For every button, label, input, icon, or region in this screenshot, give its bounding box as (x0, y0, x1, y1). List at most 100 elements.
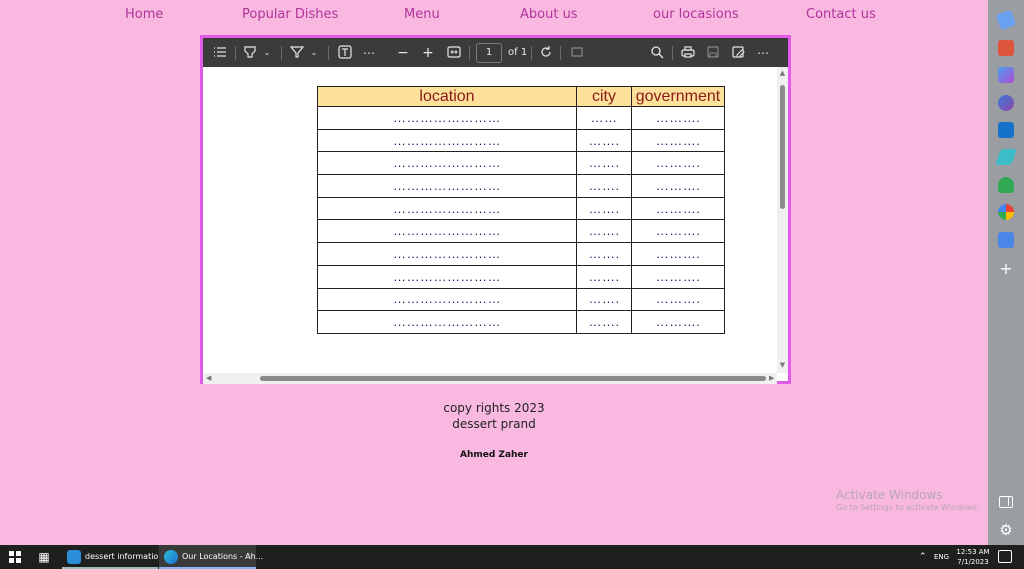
activate-windows-subtitle: Go to Settings to activate Windows. (836, 503, 980, 512)
page-number-input[interactable]: 1 (476, 43, 502, 63)
chevron-down-icon[interactable]: ⌄ (309, 45, 319, 61)
taskbar-app-vscode[interactable]: dessert information... (62, 545, 171, 569)
fit-page-icon[interactable] (446, 45, 462, 61)
print-icon[interactable] (680, 45, 696, 61)
chevron-up-icon[interactable]: ⌃ (919, 545, 927, 569)
nav-menu[interactable]: Menu (404, 7, 440, 22)
pdf-page: location city government …………………………………. … (203, 67, 777, 373)
scroll-down-arrow[interactable]: ▼ (778, 361, 787, 369)
notification-icon[interactable] (998, 550, 1012, 563)
cell-government: ………. (631, 219, 725, 244)
side-panel-icon[interactable] (999, 496, 1013, 508)
chevron-down-icon[interactable]: ⌄ (262, 45, 272, 61)
add-icon[interactable]: + (998, 261, 1014, 277)
activate-windows-title: Activate Windows (836, 488, 943, 502)
more-tools-icon[interactable]: ⋯ (361, 45, 377, 61)
toolbox-icon[interactable] (998, 40, 1014, 56)
locations-table: location city government …………………………………. … (317, 86, 725, 334)
toolbar-divider (672, 46, 673, 60)
search-icon[interactable] (649, 45, 665, 61)
games-icon[interactable] (998, 67, 1014, 83)
cell-city: ……. (576, 151, 632, 176)
scroll-left-arrow[interactable]: ◀ (206, 373, 211, 384)
table-row: ………………………….………. (317, 196, 725, 221)
cell-government: ………. (631, 174, 725, 198)
save-as-icon[interactable] (730, 45, 746, 61)
table-row: ………………………….………. (317, 287, 725, 312)
gear-icon[interactable]: ⚙ (998, 522, 1014, 538)
outlook-icon[interactable] (998, 122, 1014, 138)
nav-home[interactable]: Home (125, 7, 163, 22)
text-icon[interactable] (337, 45, 353, 61)
toolbar-divider (469, 46, 470, 60)
toolbar-divider (235, 46, 236, 60)
vscode-icon (67, 550, 81, 564)
contents-icon[interactable] (212, 45, 228, 61)
windows-start-icon[interactable] (9, 551, 21, 563)
taskbar-app-edge[interactable]: Our Locations - Ah... (159, 545, 263, 569)
scroll-up-arrow[interactable]: ▲ (778, 69, 787, 77)
nav-popular-dishes[interactable]: Popular Dishes (242, 7, 338, 22)
table-row: ………………………….………. (317, 310, 725, 334)
cell-city: ……. (576, 310, 632, 334)
draw-icon[interactable] (289, 45, 305, 61)
nav-about-us[interactable]: About us (520, 7, 578, 22)
toolbar-divider (281, 46, 282, 60)
tree-icon[interactable] (998, 177, 1014, 193)
footer-copyright: copy rights 2023 (443, 401, 545, 415)
cell-location: …………………… (317, 219, 577, 244)
cell-location: …………………… (317, 151, 577, 176)
cell-government: ………. (631, 310, 725, 334)
column-header-location: location (317, 86, 577, 107)
send-icon[interactable] (995, 149, 1017, 165)
zoom-in-icon[interactable]: + (421, 45, 435, 61)
horizontal-scrollbar[interactable]: ◀ ▶ (203, 373, 777, 384)
save-icon[interactable] (705, 45, 721, 61)
vertical-scroll-thumb[interactable] (780, 85, 785, 209)
cell-city: …… (576, 106, 632, 130)
pdf-toolbar: ⌄ ⌄ ⋯ − + 1 of 1 ⋯ (203, 38, 788, 67)
taskbar: ▦ dessert information... Our Locations -… (0, 545, 1024, 569)
task-view-icon[interactable]: ▦ (37, 550, 51, 564)
tag-icon[interactable] (995, 9, 1017, 31)
toolbar-divider (560, 46, 561, 60)
vertical-scrollbar[interactable]: ▲ ▼ (777, 67, 788, 373)
table-header-row: location city government (317, 86, 725, 107)
cell-city: ……. (576, 196, 632, 221)
more-icon[interactable]: ⋯ (755, 45, 771, 61)
footer-author: Ahmed Zaher (460, 450, 528, 460)
edge-sidebar: + ⚙ (988, 0, 1024, 545)
translate-icon[interactable] (998, 232, 1014, 248)
cell-city: ……. (576, 287, 632, 312)
column-header-government: government (631, 86, 725, 107)
page-total: of 1 (508, 47, 528, 58)
nav-our-locations[interactable]: our locasions (653, 7, 739, 22)
cell-government: ………. (631, 287, 725, 312)
google-icon[interactable] (998, 204, 1014, 220)
cell-location: …………………… (317, 174, 577, 198)
copilot-icon[interactable] (998, 95, 1014, 111)
cell-city: ……. (576, 174, 632, 198)
highlight-icon[interactable] (242, 45, 258, 61)
zoom-out-icon[interactable]: − (396, 45, 410, 61)
table-row: ………………………….………. (317, 219, 725, 244)
table-row: ………………………….………. (317, 264, 725, 289)
horizontal-scroll-thumb[interactable] (260, 376, 766, 381)
cell-location: …………………… (317, 106, 577, 130)
cell-location: …………………… (317, 264, 577, 289)
rotate-icon[interactable] (538, 45, 554, 61)
nav-contact-us[interactable]: Contact us (806, 7, 876, 22)
system-clock[interactable]: 12:53 AM 7/1/2023 (954, 547, 992, 567)
cell-city: ……. (576, 128, 632, 153)
language-indicator[interactable]: ENG (934, 545, 949, 569)
table-row: ………………………….………. (317, 128, 725, 153)
cell-city: ……. (576, 242, 632, 266)
cell-location: …………………… (317, 287, 577, 312)
page-view-icon[interactable] (569, 45, 585, 61)
cell-government: ………. (631, 151, 725, 176)
scroll-right-arrow[interactable]: ▶ (769, 373, 774, 384)
footer-brand: dessert prand (452, 417, 536, 431)
cell-location: …………………… (317, 196, 577, 221)
column-header-city: city (576, 86, 632, 107)
cell-government: ………. (631, 242, 725, 266)
